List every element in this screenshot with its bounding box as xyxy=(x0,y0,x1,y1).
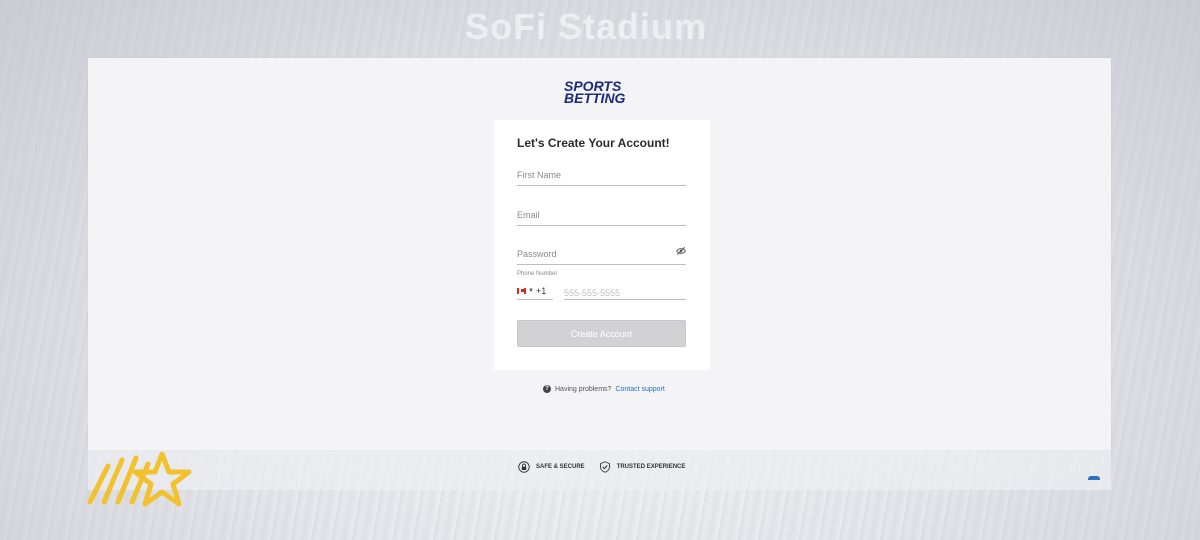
help-row: ? Having problems? Contact support xyxy=(543,385,665,393)
email-input[interactable] xyxy=(517,210,686,220)
contact-support-link[interactable]: Contact support xyxy=(615,386,664,393)
sportsbetting-logo[interactable]: SPORTS BETTING xyxy=(564,79,642,106)
form-title: Let's Create Your Account! xyxy=(517,136,670,150)
first-name-field[interactable] xyxy=(517,165,686,186)
signup-form: Let's Create Your Account! Phone Number … xyxy=(494,120,710,370)
badge-trusted-experience: TRUSTED EXPERIENCE xyxy=(599,461,686,473)
chevron-down-icon: ▼ xyxy=(528,288,534,294)
question-circle-icon: ? xyxy=(543,385,551,393)
logo-line-2: BETTING xyxy=(564,90,626,106)
shield-check-icon xyxy=(599,461,610,473)
trust-badges: SAFE & SECURE TRUSTED EXPERIENCE xyxy=(518,461,685,473)
phone-input[interactable] xyxy=(564,288,686,298)
phone-field[interactable] xyxy=(564,283,686,300)
lock-icon xyxy=(518,461,530,473)
badge-label: TRUSTED EXPERIENCE xyxy=(616,464,686,470)
chat-widget-edge[interactable] xyxy=(1088,476,1100,480)
eye-slash-icon[interactable] xyxy=(676,246,686,256)
badge-label: SAFE & SECURE xyxy=(536,464,585,470)
password-field[interactable] xyxy=(517,244,686,265)
first-name-input[interactable] xyxy=(517,170,686,180)
phone-label: Phone Number xyxy=(517,271,558,277)
help-text: Having problems? xyxy=(555,385,612,393)
badge-safe-secure: SAFE & SECURE xyxy=(518,461,585,473)
star-brand-icon xyxy=(87,452,192,507)
country-code-select[interactable]: ▼ +1 xyxy=(517,283,553,300)
country-code: +1 xyxy=(535,286,547,296)
email-field[interactable] xyxy=(517,205,686,226)
venue-sign: SoFi Stadium xyxy=(465,6,708,47)
canada-flag-icon xyxy=(517,288,526,294)
create-account-button[interactable]: Create Account xyxy=(517,320,686,347)
password-input[interactable] xyxy=(517,249,686,259)
